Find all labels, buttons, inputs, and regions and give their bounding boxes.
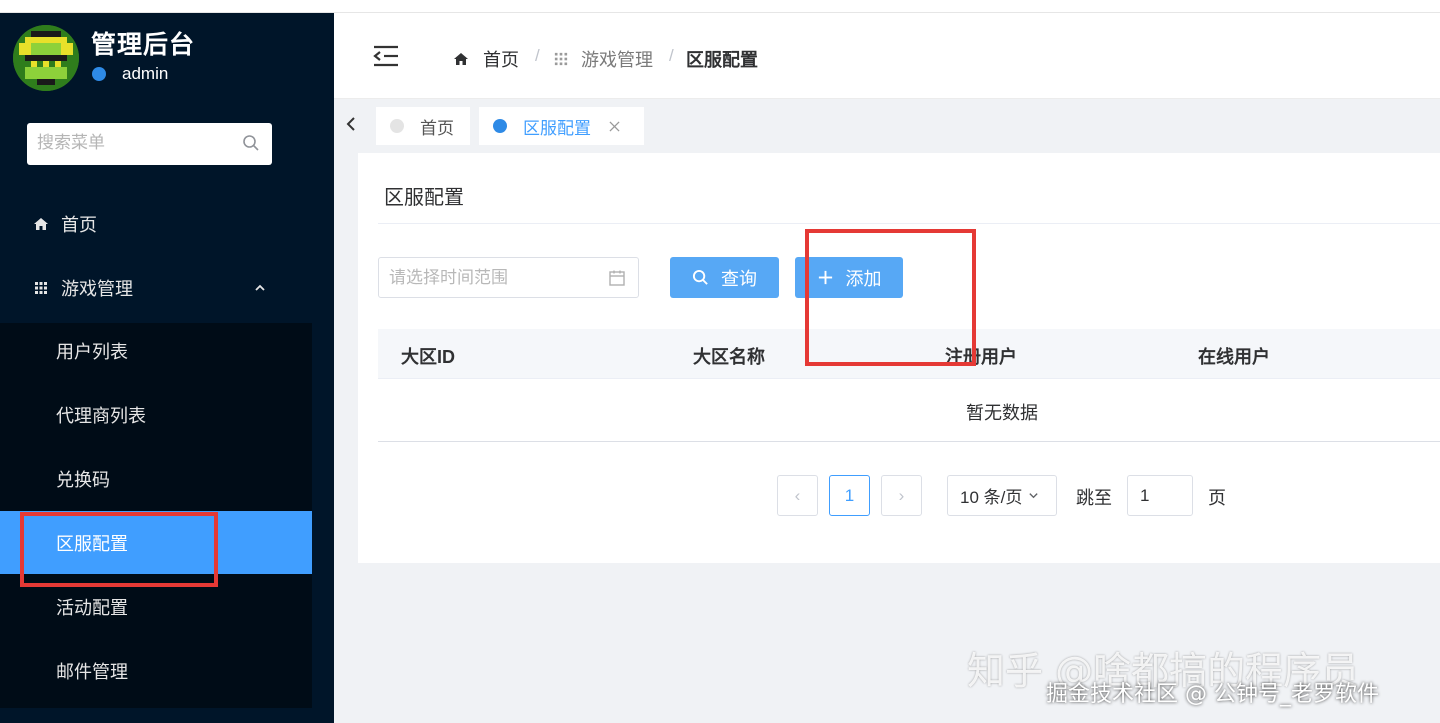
sidebar: 管理后台 admin 首页 游戏管理 用户列表 代理商列表 兑换码 区服配置 活… (0, 13, 334, 723)
tags-bar: 首页 区服配置 (334, 99, 1440, 153)
tab-label: 区服配置 (523, 118, 591, 138)
tab-home[interactable]: 首页 (376, 107, 470, 145)
breadcrumb-home[interactable]: 首页 (453, 46, 519, 72)
online-status-dot (92, 67, 106, 81)
empty-state-text: 暂无数据 (966, 403, 1038, 423)
date-range-input[interactable] (389, 258, 604, 297)
query-button-label: 查询 (721, 268, 757, 289)
grid-icon (35, 281, 47, 294)
menu-search-input[interactable] (37, 123, 237, 163)
page-size-value: 10 条/页 (960, 488, 1023, 507)
collapse-menu-icon[interactable] (372, 44, 400, 68)
page-number-button[interactable]: 1 (829, 475, 870, 516)
sidebar-item-mail-management[interactable]: 邮件管理 (0, 639, 312, 702)
sidebar-item-server-config[interactable]: 区服配置 (0, 511, 312, 574)
breadcrumb-separator: / (535, 46, 540, 65)
breadcrumb-section[interactable]: 游戏管理 (554, 46, 653, 72)
top-strip (0, 0, 1440, 13)
sidebar-item-label: 兑换码 (56, 469, 110, 490)
search-icon[interactable] (242, 134, 260, 152)
prev-page-button[interactable]: ‹ (777, 475, 818, 516)
search-icon (692, 269, 708, 285)
username: admin (122, 64, 169, 83)
tab-server-config[interactable]: 区服配置 (479, 107, 644, 145)
sidebar-item-game-management[interactable]: 游戏管理 (0, 256, 312, 319)
breadcrumb-section-label: 游戏管理 (581, 50, 653, 70)
sidebar-item-home[interactable]: 首页 (0, 192, 312, 255)
table-header: 大区ID 大区名称 注册用户 在线用户 (378, 329, 1440, 379)
app-title: 管理后台 (91, 31, 196, 59)
sidebar-item-label: 代理商列表 (56, 405, 146, 426)
plus-icon (818, 270, 832, 285)
breadcrumb-current: 区服配置 (686, 50, 758, 70)
column-header: 注册用户 (945, 347, 1017, 367)
avatar[interactable] (13, 25, 79, 91)
divider (378, 223, 1440, 224)
close-icon[interactable] (609, 120, 620, 132)
tab-dot (390, 119, 404, 133)
sidebar-item-label: 用户列表 (56, 341, 128, 362)
sidebar-item-activity-config[interactable]: 活动配置 (0, 575, 312, 638)
breadcrumb-separator: / (669, 46, 674, 65)
sidebar-item-label: 活动配置 (56, 597, 128, 618)
chevron-down-icon (1029, 493, 1039, 499)
chevron-left-icon[interactable] (344, 115, 358, 133)
table-empty-row: 暂无数据 (378, 379, 1440, 442)
next-page-button[interactable]: › (881, 475, 922, 516)
page-title: 区服配置 (384, 187, 464, 209)
sidebar-item-label: 邮件管理 (56, 661, 128, 682)
home-icon (34, 217, 48, 230)
grid-icon (554, 52, 568, 66)
jump-page-input[interactable] (1140, 476, 1200, 515)
breadcrumb-home-label: 首页 (483, 50, 519, 70)
page-size-select[interactable]: 10 条/页 (947, 475, 1057, 516)
add-button[interactable]: 添加 (795, 257, 903, 298)
sidebar-item-agent-list[interactable]: 代理商列表 (0, 383, 312, 446)
home-icon (454, 53, 468, 65)
calendar-icon[interactable] (608, 269, 626, 287)
chevron-up-icon (255, 284, 265, 291)
sidebar-item-redeem-code[interactable]: 兑换码 (0, 447, 312, 510)
sidebar-item-label: 游戏管理 (61, 278, 133, 299)
header: 首页 / 游戏管理 / 区服配置 (334, 13, 1440, 99)
date-range-picker (378, 257, 639, 298)
sidebar-item-label: 区服配置 (56, 533, 128, 554)
jump-input-wrapper (1127, 475, 1200, 516)
jump-label: 跳至 (1076, 488, 1112, 508)
watermark-juejin: 掘金技术社区 @ 公钟号_老罗软件 (1046, 682, 1379, 707)
sidebar-item-label: 首页 (61, 214, 97, 235)
column-header: 大区ID (401, 347, 455, 367)
query-button[interactable]: 查询 (670, 257, 779, 298)
sidebar-item-user-list[interactable]: 用户列表 (0, 319, 312, 382)
add-button-label: 添加 (845, 268, 882, 289)
tab-label: 首页 (420, 118, 454, 138)
menu-search (27, 123, 272, 165)
tab-dot (493, 119, 507, 133)
page-unit-label: 页 (1208, 488, 1226, 508)
column-header: 在线用户 (1198, 347, 1270, 367)
content-card: 区服配置 查询 添加 大区ID 大区名称 注册用户 在线用户 暂无数据 ‹ 1 … (358, 153, 1440, 563)
column-header: 大区名称 (693, 347, 765, 367)
